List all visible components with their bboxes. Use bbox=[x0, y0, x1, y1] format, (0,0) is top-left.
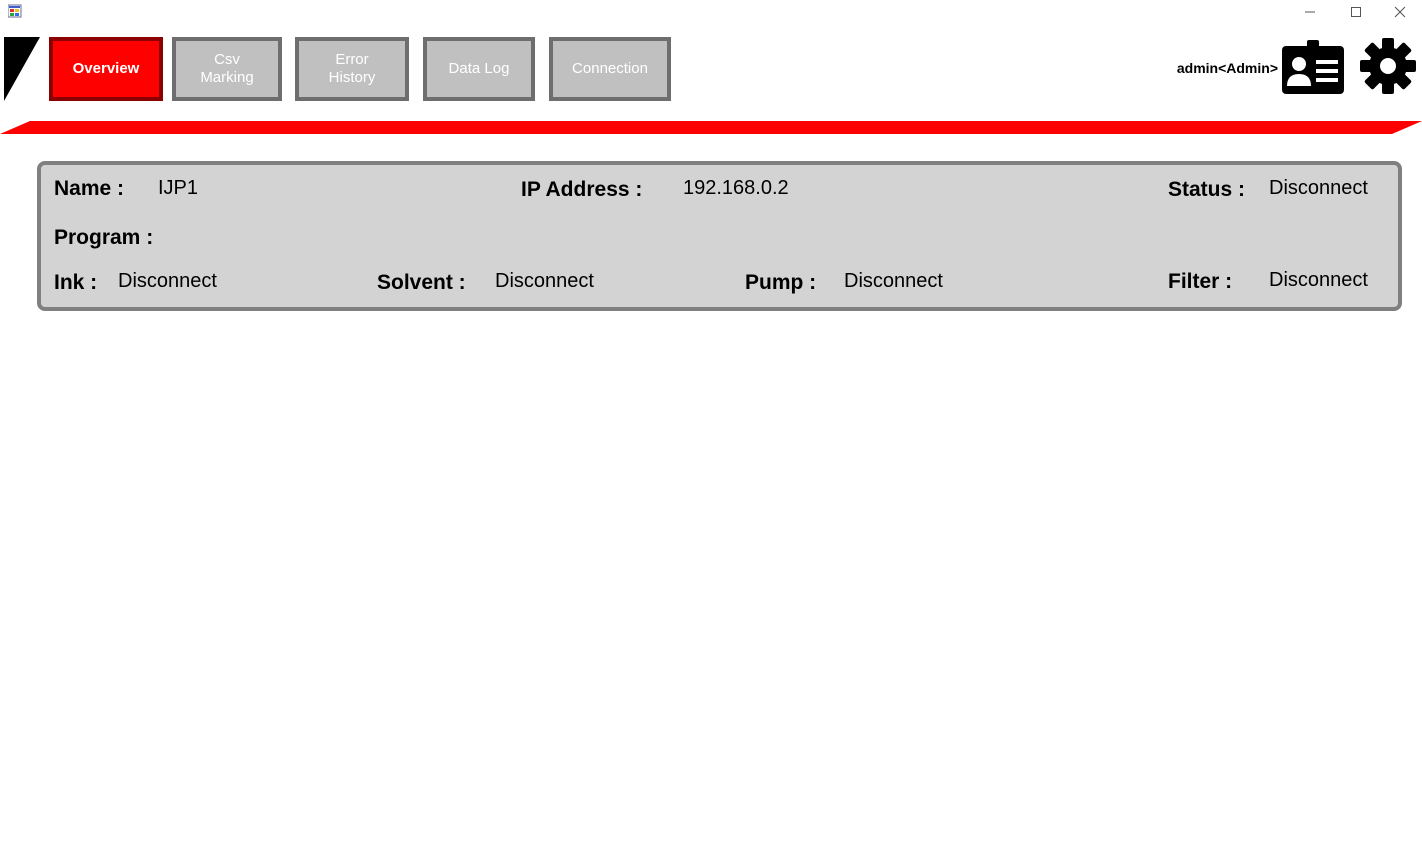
nav-overview-button[interactable]: Overview bbox=[49, 37, 163, 101]
name-value: IJP1 bbox=[158, 177, 199, 199]
name-label: Name : bbox=[54, 177, 125, 200]
close-icon bbox=[1394, 6, 1406, 18]
id-card-icon[interactable] bbox=[1282, 40, 1344, 94]
nav-connection-label: Connection bbox=[572, 60, 648, 77]
title-bar bbox=[0, 0, 1422, 24]
current-user-label: admin<Admin> bbox=[1176, 60, 1278, 76]
nav-overview-label: Overview bbox=[72, 60, 140, 77]
nav-data-log-label: Data Log bbox=[448, 60, 510, 77]
maximize-button[interactable] bbox=[1334, 0, 1378, 24]
maximize-icon bbox=[1351, 7, 1361, 17]
nav-connection-button[interactable]: Connection bbox=[549, 37, 671, 101]
header-divider-bar bbox=[0, 121, 1422, 134]
nav-data-log-button[interactable]: Data Log bbox=[423, 37, 535, 101]
nav-csv-marking-label-line1: Csv bbox=[214, 51, 240, 68]
filter-value: Disconnect bbox=[1269, 269, 1368, 291]
minimize-button[interactable] bbox=[1288, 0, 1332, 24]
program-label: Program : bbox=[54, 226, 154, 249]
status-value: Disconnect bbox=[1269, 177, 1368, 199]
nav-error-history-label-line1: Error bbox=[335, 51, 369, 68]
nav-csv-marking-label: Csv Marking bbox=[200, 51, 253, 87]
close-button[interactable] bbox=[1378, 0, 1422, 24]
nav-csv-marking-label-line2: Marking bbox=[200, 69, 254, 86]
pump-label: Pump : bbox=[745, 271, 817, 294]
ip-address-label: IP Address : bbox=[521, 178, 643, 201]
pump-value: Disconnect bbox=[844, 270, 943, 292]
ip-address-value: 192.168.0.2 bbox=[683, 177, 789, 199]
nav-error-history-label-line2: History bbox=[328, 69, 376, 86]
app-icon bbox=[8, 4, 22, 18]
main-window: Overview Csv Marking Error History Data … bbox=[0, 0, 1422, 859]
solvent-label: Solvent : bbox=[377, 271, 466, 294]
ink-label: Ink : bbox=[54, 271, 98, 294]
ink-value: Disconnect bbox=[118, 270, 217, 292]
nav-csv-marking-button[interactable]: Csv Marking bbox=[172, 37, 282, 101]
status-label: Status : bbox=[1168, 178, 1246, 201]
brand-logo bbox=[4, 37, 40, 101]
gear-icon[interactable] bbox=[1360, 38, 1416, 94]
nav-error-history-label: Error History bbox=[329, 51, 376, 87]
solvent-value: Disconnect bbox=[495, 270, 594, 292]
device-status-panel: Name : IJP1 IP Address : 192.168.0.2 Sta… bbox=[37, 161, 1402, 311]
nav-error-history-button[interactable]: Error History bbox=[295, 37, 409, 101]
minimize-icon bbox=[1305, 11, 1315, 13]
filter-label: Filter : bbox=[1168, 270, 1233, 293]
